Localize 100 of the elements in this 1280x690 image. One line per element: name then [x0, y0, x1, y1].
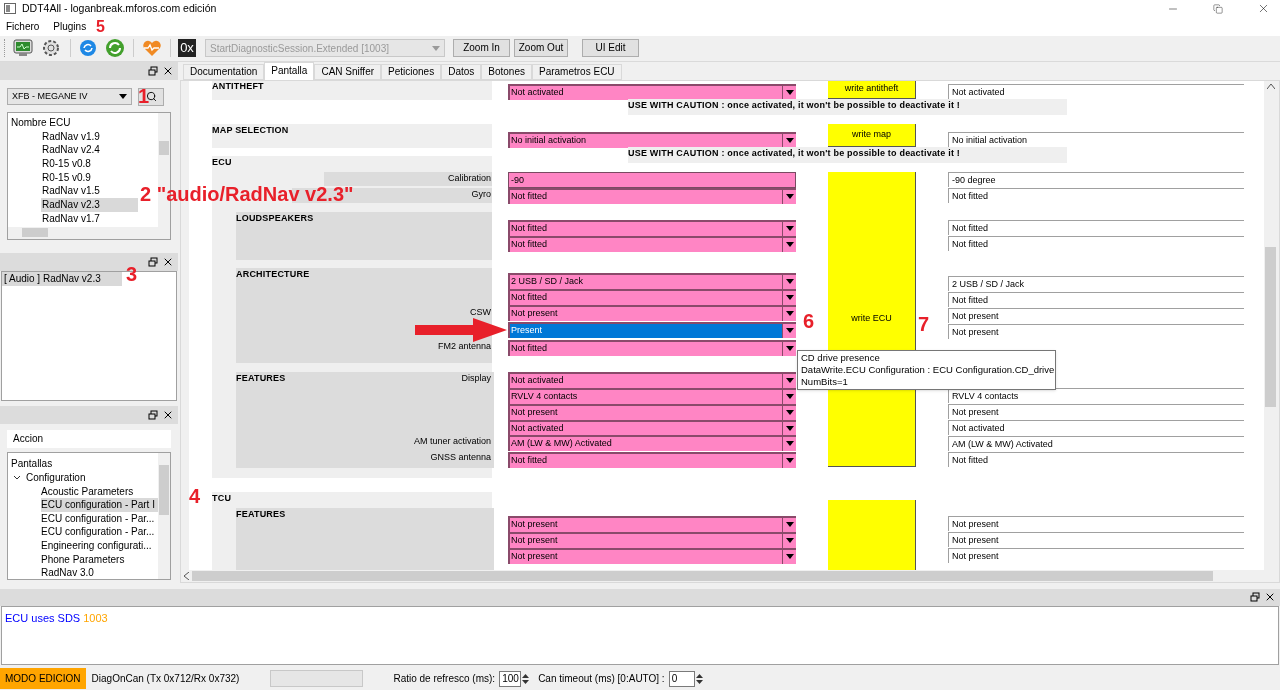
value-combo[interactable]: Not present	[508, 515, 796, 532]
toolbar-button[interactable]: UI Edit	[582, 39, 639, 58]
timeout-spinbox[interactable]: 0	[668, 670, 695, 687]
value-readout: Not present	[948, 403, 1244, 419]
write-button[interactable]: write antitheft	[828, 80, 916, 99]
refresh-label: Ratio de refresco (ms):	[393, 672, 496, 687]
float-icon[interactable]	[148, 409, 158, 420]
dropdown-arrow-icon[interactable]	[785, 279, 794, 285]
dropdown-arrow-icon[interactable]	[785, 554, 794, 560]
ecu-list-item[interactable]: RadNav v1.9	[41, 129, 138, 144]
tree-item[interactable]: Acoustic Parameters	[41, 484, 158, 499]
annotation-label: 2 "audio/RadNav v2.3"	[140, 184, 354, 204]
dropdown-arrow-icon[interactable]	[785, 394, 794, 400]
protocol-text: DiagOnCan (Tx 0x712/Rx 0x732)	[91, 672, 240, 687]
ecu-list-item[interactable]: R0-15 v0.9	[41, 170, 138, 185]
scroll-up-icon[interactable]	[1266, 83, 1275, 89]
field-label: FM2 antenna	[436, 339, 492, 353]
tab[interactable]: Botones	[481, 63, 532, 80]
dropdown-arrow-icon[interactable]	[785, 90, 794, 96]
tab[interactable]: Documentation	[183, 63, 265, 80]
expander-icon[interactable]	[13, 473, 21, 482]
value-readout: Not activated	[948, 419, 1244, 435]
annotation-label: 6	[803, 311, 815, 331]
dropdown-arrow-icon[interactable]	[785, 242, 794, 248]
gear-icon[interactable]	[41, 38, 61, 59]
group-title: ECU	[212, 156, 232, 168]
dropdown-arrow-icon[interactable]	[785, 378, 794, 384]
tree-item[interactable]: Configuration	[26, 470, 86, 486]
dropdown-arrow-icon[interactable]	[119, 94, 127, 100]
field-label: Display	[460, 371, 492, 385]
tree-header: Pantallas	[10, 456, 54, 471]
monitor-icon[interactable]	[13, 39, 33, 58]
dropdown-arrow-icon[interactable]	[785, 311, 794, 317]
annotation-label: 4	[189, 486, 201, 506]
value-combo[interactable]: Not fitted	[508, 219, 796, 236]
tree-item[interactable]: ECU configuration - Part I	[41, 498, 158, 512]
sync-icon[interactable]	[79, 39, 97, 58]
float-icon[interactable]	[1250, 592, 1260, 603]
tree-item[interactable]: ECU configuration - Par...	[41, 525, 158, 539]
value-readout: Not present	[948, 307, 1244, 323]
dropdown-arrow-icon[interactable]	[785, 138, 794, 144]
tree-item[interactable]: Engineering configurati...	[41, 539, 158, 553]
vehicle-combo[interactable]: XFB - MEGANE IV	[7, 88, 132, 106]
dropdown-arrow-icon[interactable]	[785, 226, 794, 232]
refresh-icon[interactable]	[105, 38, 125, 59]
toolbar-button[interactable]: Zoom In	[453, 39, 510, 58]
tree-item[interactable]: ECU configuration - Par...	[41, 511, 158, 526]
dropdown-arrow-icon[interactable]	[785, 194, 794, 200]
selected-ecu-item[interactable]: [ Audio ] RadNav v2.3	[2, 271, 122, 286]
menu-item[interactable]: Fichero	[6, 19, 40, 35]
dropdown-arrow-icon[interactable]	[785, 410, 794, 416]
toolbar-button[interactable]: Zoom Out	[514, 39, 568, 58]
annotation-label: 3	[126, 264, 138, 284]
spin-arrows-icon[interactable]	[694, 671, 704, 686]
search-button[interactable]	[138, 87, 164, 106]
tree-item[interactable]: RadNav 3.0	[41, 566, 158, 580]
tab[interactable]: Parametros ECU	[532, 63, 622, 80]
horizontal-scrollbar[interactable]	[8, 226, 170, 239]
value-readout: Not present	[948, 547, 1244, 563]
dropdown-arrow-icon[interactable]	[785, 538, 794, 544]
hex-icon[interactable]: 0x	[178, 39, 196, 58]
refresh-spinbox[interactable]: 100	[499, 670, 522, 687]
value-combo[interactable]: 2 USB / SD / Jack	[508, 272, 796, 289]
dropdown-arrow-icon[interactable]	[785, 346, 794, 352]
group-title: ANTITHEFT	[212, 80, 264, 92]
vertical-scrollbar[interactable]	[158, 452, 170, 579]
ecu-list-item[interactable]: RadNav v1.7	[41, 211, 138, 226]
tab[interactable]: Peticiones	[381, 63, 442, 80]
dropdown-arrow-icon[interactable]	[785, 522, 794, 528]
maximize-icon[interactable]	[1213, 3, 1223, 14]
tab[interactable]: CAN Sniffer	[314, 63, 382, 80]
value-combo[interactable]: No initial activation	[508, 131, 796, 148]
ecu-list-item[interactable]: RadNav v1.5	[41, 184, 138, 199]
value-combo[interactable]: Not fitted	[508, 451, 796, 468]
ecu-list-item[interactable]: RadNav v2.3	[41, 198, 138, 212]
value-input[interactable]: -90	[508, 171, 796, 188]
value-combo[interactable]: Not activated	[508, 83, 796, 100]
value-readout: Not fitted	[948, 187, 1244, 203]
float-icon[interactable]	[148, 65, 158, 76]
float-icon[interactable]	[148, 256, 158, 267]
write-button[interactable]: write map	[828, 123, 916, 147]
dropdown-arrow-icon[interactable]	[785, 458, 794, 464]
value-combo[interactable]: Not fitted	[508, 339, 796, 356]
action-field[interactable]: Accion	[7, 429, 171, 448]
ecu-list-item[interactable]: RadNav v2.4	[41, 143, 138, 157]
value-combo[interactable]: Not activated	[508, 371, 796, 388]
menu-item[interactable]: Plugins	[53, 19, 87, 35]
value-readout: 2 USB / SD / Jack	[948, 275, 1244, 291]
tree-item[interactable]: Phone Parameters	[41, 552, 158, 567]
annotation-label: 1	[138, 86, 150, 106]
dropdown-arrow-icon[interactable]	[785, 328, 794, 334]
tab[interactable]: Datos	[441, 63, 482, 80]
scroll-left-icon[interactable]	[184, 571, 189, 580]
ecu-list-item[interactable]: R0-15 v0.8	[41, 157, 138, 171]
dropdown-arrow-icon[interactable]	[785, 295, 794, 301]
value-readout: Not present	[948, 531, 1244, 547]
value-combo[interactable]: Present	[508, 321, 796, 338]
spin-arrows-icon[interactable]	[521, 671, 531, 686]
list-header: Nombre ECU	[10, 115, 72, 130]
app-icon	[4, 3, 16, 15]
